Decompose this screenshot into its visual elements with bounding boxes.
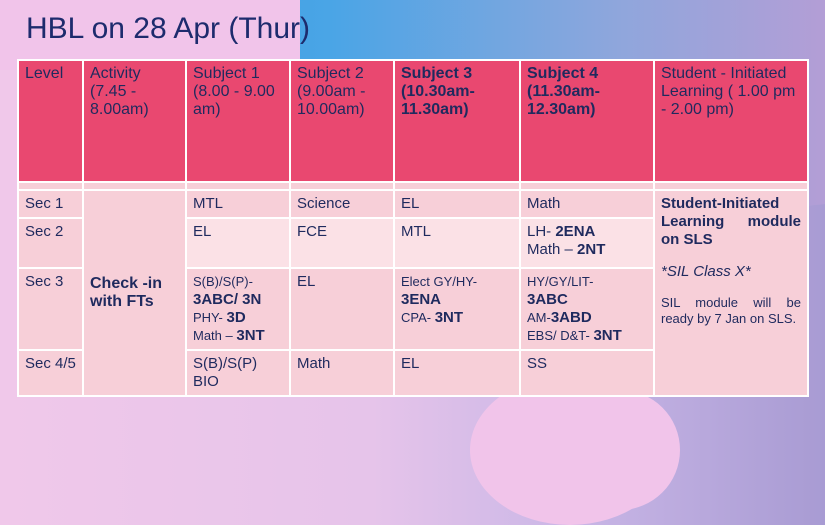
subject-cell: EL [393,349,521,397]
class-code: 3ABC [527,291,568,308]
level-cell: Sec 3 [17,267,84,351]
header-sil: Student - Initiated Learning ( 1.00 pm -… [653,59,809,183]
class-code: 3D [226,309,246,326]
background-cloud-shape [560,390,680,510]
header-level: Level [17,59,84,183]
subject-cell: S(B)/S(P)- 3ABC/ 3N PHY- 3D Math – 3NT [185,267,291,351]
subject-text: S(B)/S(P)- [193,274,253,289]
class-code: 3NT [434,309,464,326]
class-code: 2NT [577,241,606,258]
class-code: 3ABC/ 3N [193,291,262,308]
class-code: 2ENA [555,223,596,240]
class-code: 3ENA [401,291,442,308]
subject-cell: MTL [185,189,291,219]
header-row: Level Activity (7.45 - 8.00am) Subject 1… [17,59,809,183]
subject-cell: Math [289,349,395,397]
subject-cell: EL [185,217,291,269]
activity-cell: Check -in with FTs [82,189,187,397]
subject-text: Elect GY/HY- [401,274,478,289]
sil-title: Student-Initiated Learning module on SLS [661,195,801,248]
class-code: 3NT [593,327,622,344]
subject-cell: LH- 2ENA Math – 2NT [519,217,655,269]
subject-cell: EL [289,267,395,351]
subject-cell: Elect GY/HY- 3ENA CPA- 3NT [393,267,521,351]
page-title: HBL on 28 Apr (Thur) [26,12,311,45]
subject-text: AM- [527,310,551,325]
class-code: 3NT [236,327,265,344]
sil-note: SIL module will be ready by 7 Jan on SLS… [661,295,801,326]
level-cell: Sec 1 [17,189,84,219]
subject-cell: S(B)/S(P) BIO [185,349,291,397]
subject-text: CPA- [401,310,435,325]
subject-cell: MTL [393,217,521,269]
header-activity: Activity (7.45 - 8.00am) [82,59,187,183]
header-subject-4: Subject 4 (11.30am- 12.30am) [519,59,655,183]
subject-text: LH- [527,223,556,240]
subject-text: HY/GY/LIT- [527,274,594,289]
subject-cell: EL [393,189,521,219]
subject-text: EBS/ D&T- [527,328,594,343]
spacer-row [17,181,809,191]
timetable: Level Activity (7.45 - 8.00am) Subject 1… [17,59,809,397]
sil-cell: Student-Initiated Learning module on SLS… [653,189,809,397]
table-row: Sec 1 Check -in with FTs MTL Science EL … [17,189,809,397]
level-cell: Sec 2 [17,217,84,269]
subject-text: Math – [527,241,578,258]
header-subject-3: Subject 3 (10.30am- 11.30am) [393,59,521,183]
subject-cell: FCE [289,217,395,269]
subject-cell: Math [519,189,655,219]
header-subject-2: Subject 2 (9.00am - 10.00am) [289,59,395,183]
class-code: 3ABD [550,309,592,326]
subject-text: Math – [193,328,237,343]
level-cell: Sec 4/5 [17,349,84,397]
sil-class-note: *SIL Class X* [661,263,751,280]
subject-cell: HY/GY/LIT- 3ABC AM-3ABD EBS/ D&T- 3NT [519,267,655,351]
subject-cell: Science [289,189,395,219]
subject-cell: SS [519,349,655,397]
header-subject-1: Subject 1 (8.00 - 9.00 am) [185,59,291,183]
subject-text: PHY- [193,310,227,325]
